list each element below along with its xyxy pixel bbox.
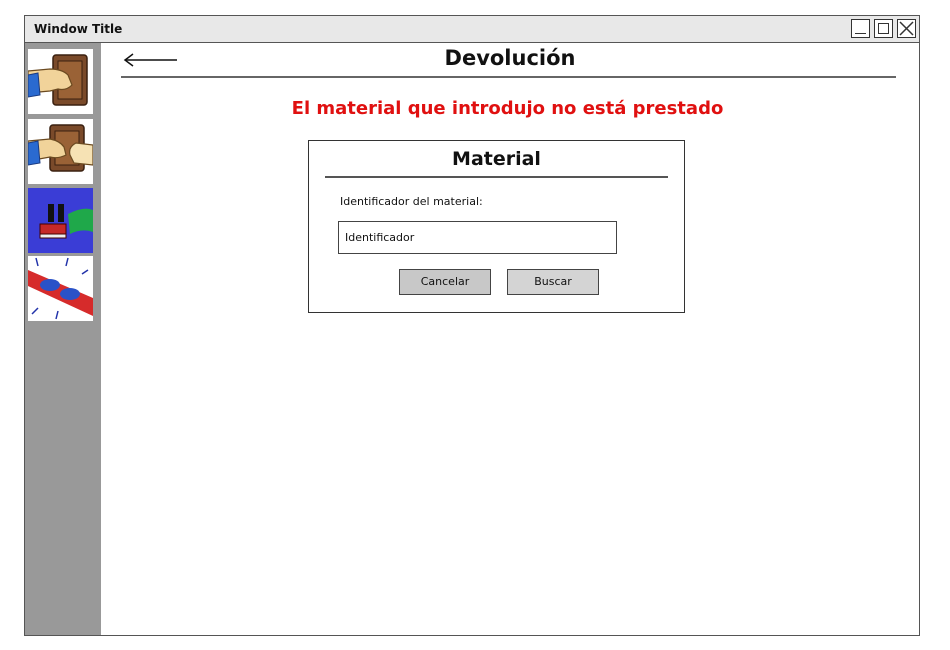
sidebar-item-return[interactable] <box>27 49 93 114</box>
return-book-icon <box>27 54 88 106</box>
sidebar-item-alert[interactable] <box>28 256 93 321</box>
sidebar-item-pause[interactable] <box>28 188 93 253</box>
lend-book-icon <box>27 124 94 172</box>
alert-siren-icon <box>28 257 93 320</box>
material-id-input[interactable] <box>338 221 617 254</box>
title-divider <box>121 76 896 78</box>
error-message: El material que introdujo no está presta… <box>291 98 724 119</box>
minimize-button[interactable] <box>851 19 870 38</box>
maximize-button[interactable] <box>874 19 893 38</box>
close-button[interactable] <box>897 19 916 38</box>
back-arrow-icon <box>123 53 177 67</box>
panel-title: Material <box>452 148 541 170</box>
page-title: Devolución <box>444 46 576 70</box>
material-panel: Material Identificador del material: Can… <box>308 140 685 313</box>
window-title: Window Title <box>34 22 123 36</box>
pause-book-icon <box>39 204 93 239</box>
sidebar-item-lend[interactable] <box>27 119 94 184</box>
material-id-label: Identificador del material: <box>340 195 483 208</box>
title-bar: Window Title <box>25 16 919 43</box>
panel-divider <box>325 176 668 178</box>
search-button[interactable]: Buscar <box>507 269 599 295</box>
close-icon <box>899 21 914 36</box>
sidebar <box>25 43 101 635</box>
app-window: Window Title Devolución El material que … <box>24 15 920 636</box>
cancel-button[interactable]: Cancelar <box>399 269 491 295</box>
back-button[interactable] <box>121 50 179 70</box>
